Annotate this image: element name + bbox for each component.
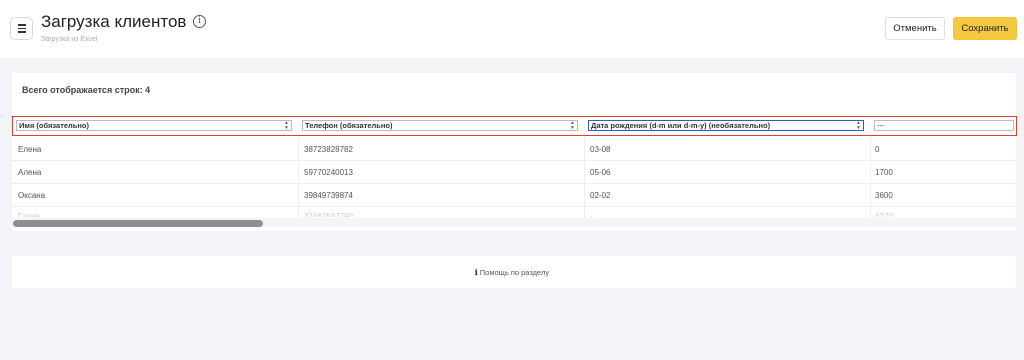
table-cell: 05-06 [590,168,611,177]
column-select-extra[interactable]: --- [874,120,1014,131]
table-cell: 02-02 [590,191,611,200]
select-arrows-icon: ▲ ▼ [856,120,861,131]
table-cell: 0 [875,145,880,154]
table-cell: Оксана [18,191,46,200]
table-cell: 39849739874 [304,191,353,200]
row-divider [12,160,1016,161]
select-arrows-icon: ▲ ▼ [570,120,575,131]
save-button[interactable]: Сохранить [953,17,1017,40]
table-cell: 1700 [875,168,893,177]
column-select-name[interactable]: Имя (обязательно) ▲ ▼ [16,120,292,131]
help-link-label: Помощь по разделу [479,268,550,277]
scrollbar-thumb[interactable] [13,220,263,227]
row-divider [12,183,1016,184]
cancel-button[interactable]: Отменить [885,17,945,40]
table-cell: 3600 [875,191,893,200]
select-arrows-icon: ▲ ▼ [284,120,289,131]
table-cell: 59770240013 [304,168,353,177]
page-subtitle: Загрузка из Excel [41,36,98,43]
rows-count-text: Всего отображается строк: 4 [22,85,151,95]
menu-button[interactable] [10,17,33,40]
page-title: Загрузка клиентов [41,12,187,31]
help-link[interactable]: ℹ Помощь по разделу [0,268,1024,277]
table-cell: 38723828782 [304,145,353,154]
column-select-label: Имя (обязательно) [19,121,90,130]
column-select-label: Дата рождения (d-m или d-m-y) (необязате… [591,121,771,130]
import-preview-card [12,73,1016,231]
info-icon[interactable]: i [193,15,206,28]
table-cell: Алена [18,168,42,177]
menu-icon-line [17,27,26,30]
column-select-label: --- [877,121,885,130]
table-cell: 03-08 [590,145,611,154]
menu-icon-line [17,24,26,26]
table-cell: Елена [18,145,42,154]
column-select-label: Телефон (обязательно) [305,121,393,130]
column-select-phone[interactable]: Телефон (обязательно) ▲ ▼ [302,120,578,131]
menu-icon-line [17,31,26,33]
info-icon: ℹ [474,268,478,277]
row-divider [12,206,1016,207]
column-select-birthdate[interactable]: Дата рождения (d-m или d-m-y) (необязате… [588,120,864,131]
